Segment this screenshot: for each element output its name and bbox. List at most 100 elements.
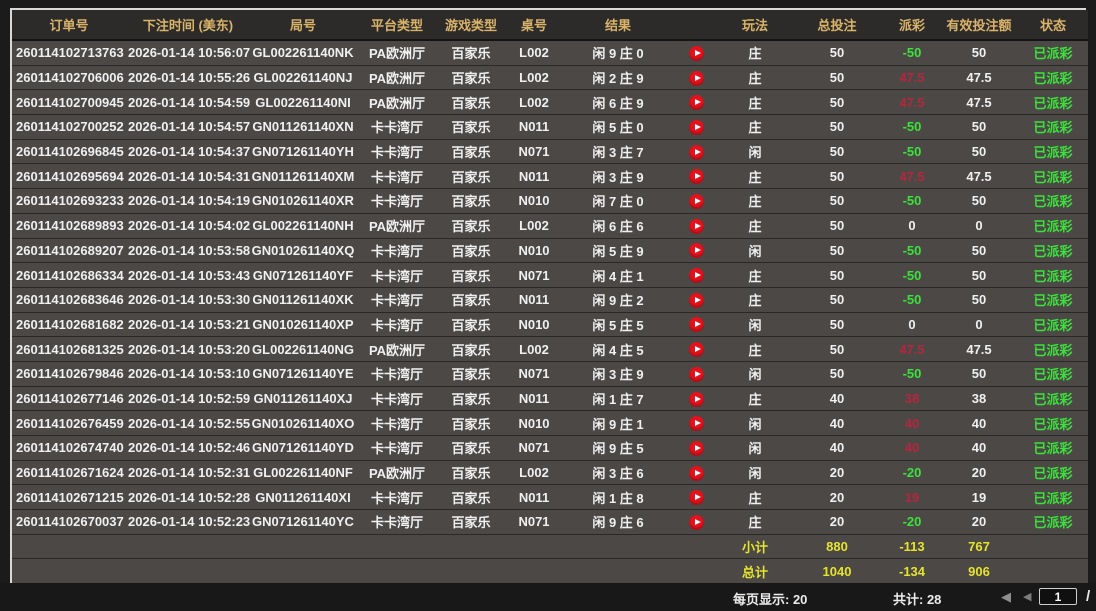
- cell-valid-bet: 47.5: [940, 337, 1018, 362]
- play-icon[interactable]: [689, 490, 704, 505]
- cell-bet-time: 2026-01-14 10:53:20: [126, 337, 250, 362]
- cell-game-type: 百家乐: [438, 238, 504, 263]
- cell-status: 已派彩: [1018, 485, 1088, 510]
- grand-total-replay: [672, 559, 720, 584]
- play-icon[interactable]: [689, 71, 704, 86]
- header-valid-bet: 有效投注额: [940, 10, 1018, 40]
- cell-table-no: L002: [504, 460, 564, 485]
- pagination-bar: 每页显示: 20 共计: 28 ◀ ◀ /: [0, 583, 1096, 611]
- grand-total-row: 总计1040-134906: [12, 559, 1088, 584]
- play-icon[interactable]: [689, 194, 704, 209]
- cell-play-type: 闲: [720, 238, 790, 263]
- cell-payout: -50: [884, 361, 940, 386]
- header-round-id: 局号: [250, 10, 356, 40]
- cell-bet-time: 2026-01-14 10:53:21: [126, 312, 250, 337]
- cell-total-bet: 40: [790, 436, 884, 461]
- cell-bet-time: 2026-01-14 10:54:37: [126, 139, 250, 164]
- cell-play-type: 闲: [720, 312, 790, 337]
- subtotal-valid-bet: 767: [940, 534, 1018, 559]
- cell-bet-time: 2026-01-14 10:53:43: [126, 263, 250, 288]
- cell-round-id: GN011261140XJ: [250, 386, 356, 411]
- cell-result: 闲 5 庄 5: [564, 312, 672, 337]
- cell-round-id: GL002261140NG: [250, 337, 356, 362]
- table-row: 2601141026813252026-01-14 10:53:20GL0022…: [12, 337, 1088, 362]
- grand-total-status: [1018, 559, 1088, 584]
- play-icon[interactable]: [689, 145, 704, 160]
- bet-records-table: 订单号下注时间 (美东)局号平台类型游戏类型桌号结果玩法总投注派彩有效投注额状态…: [10, 8, 1086, 586]
- table-body: 2601141027137632026-01-14 10:56:07GL0022…: [12, 40, 1088, 584]
- cell-play-type: 闲: [720, 411, 790, 436]
- table-row: 2601141026716242026-01-14 10:52:31GL0022…: [12, 460, 1088, 485]
- cell-replay: [672, 510, 720, 535]
- cell-valid-bet: 19: [940, 485, 1018, 510]
- cell-replay: [672, 460, 720, 485]
- cell-status: 已派彩: [1018, 361, 1088, 386]
- cell-result: 闲 9 庄 6: [564, 510, 672, 535]
- table-header-row: 订单号下注时间 (美东)局号平台类型游戏类型桌号结果玩法总投注派彩有效投注额状态: [12, 10, 1088, 40]
- cell-total-bet: 20: [790, 460, 884, 485]
- table-row: 2601141026836462026-01-14 10:53:30GN0112…: [12, 287, 1088, 312]
- cell-platform: PA欧洲厅: [356, 90, 438, 115]
- cell-bet-time: 2026-01-14 10:54:19: [126, 189, 250, 214]
- cell-valid-bet: 50: [940, 115, 1018, 140]
- play-icon[interactable]: [689, 466, 704, 481]
- play-icon[interactable]: [689, 441, 704, 456]
- cell-status: 已派彩: [1018, 213, 1088, 238]
- grand-total-bet-time: [126, 559, 250, 584]
- grand-total-table-no: [504, 559, 564, 584]
- play-icon[interactable]: [689, 342, 704, 357]
- cell-total-bet: 50: [790, 238, 884, 263]
- grand-total-game-type: [438, 559, 504, 584]
- page-number-input[interactable]: [1039, 588, 1077, 605]
- play-icon[interactable]: [689, 367, 704, 382]
- grand-total-total-bet: 1040: [790, 559, 884, 584]
- play-icon[interactable]: [689, 46, 704, 61]
- play-icon[interactable]: [689, 293, 704, 308]
- cell-bet-time: 2026-01-14 10:52:28: [126, 485, 250, 510]
- cell-play-type: 闲: [720, 361, 790, 386]
- cell-total-bet: 50: [790, 312, 884, 337]
- cell-play-type: 庄: [720, 337, 790, 362]
- cell-table-no: L002: [504, 213, 564, 238]
- cell-payout: 38: [884, 386, 940, 411]
- header-play-type: 玩法: [720, 10, 790, 40]
- pagination-first-icon[interactable]: ◀: [1001, 589, 1011, 605]
- cell-total-bet: 50: [790, 263, 884, 288]
- cell-bet-time: 2026-01-14 10:54:02: [126, 213, 250, 238]
- cell-order-id: 260114102679846: [12, 361, 126, 386]
- cell-result: 闲 4 庄 1: [564, 263, 672, 288]
- pagination-prev-icon[interactable]: ◀: [1023, 590, 1031, 603]
- play-icon[interactable]: [689, 416, 704, 431]
- cell-result: 闲 9 庄 0: [564, 40, 672, 65]
- cell-replay: [672, 485, 720, 510]
- subtotal-game-type: [438, 534, 504, 559]
- cell-status: 已派彩: [1018, 164, 1088, 189]
- cell-total-bet: 40: [790, 386, 884, 411]
- header-replay: [672, 10, 720, 40]
- play-icon[interactable]: [689, 169, 704, 184]
- play-icon[interactable]: [689, 392, 704, 407]
- header-game-type: 游戏类型: [438, 10, 504, 40]
- play-icon[interactable]: [689, 268, 704, 283]
- cell-status: 已派彩: [1018, 90, 1088, 115]
- play-icon[interactable]: [689, 317, 704, 332]
- cell-total-bet: 50: [790, 90, 884, 115]
- cell-platform: 卡卡湾厅: [356, 287, 438, 312]
- cell-game-type: 百家乐: [438, 90, 504, 115]
- cell-valid-bet: 47.5: [940, 164, 1018, 189]
- play-icon[interactable]: [689, 219, 704, 234]
- cell-total-bet: 50: [790, 361, 884, 386]
- play-icon[interactable]: [689, 515, 704, 530]
- cell-valid-bet: 50: [940, 263, 1018, 288]
- cell-bet-time: 2026-01-14 10:56:07: [126, 40, 250, 65]
- header-payout: 派彩: [884, 10, 940, 40]
- cell-table-no: N010: [504, 189, 564, 214]
- cell-table-no: N071: [504, 510, 564, 535]
- play-icon[interactable]: [689, 243, 704, 258]
- cell-game-type: 百家乐: [438, 263, 504, 288]
- cell-status: 已派彩: [1018, 238, 1088, 263]
- play-icon[interactable]: [689, 95, 704, 110]
- play-icon[interactable]: [689, 120, 704, 135]
- cell-payout: 47.5: [884, 164, 940, 189]
- cell-table-no: N010: [504, 238, 564, 263]
